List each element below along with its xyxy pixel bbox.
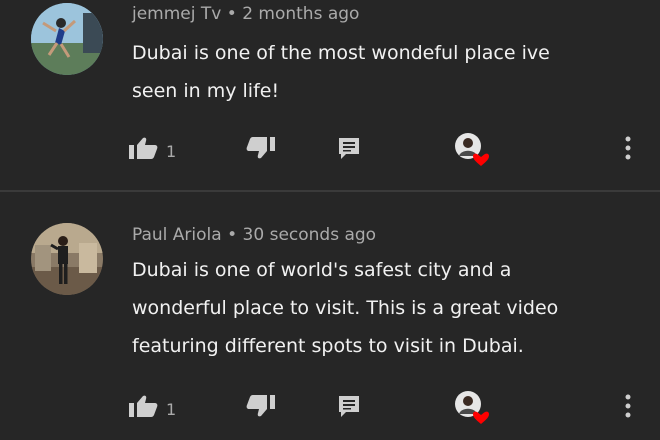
creator-avatar <box>452 130 489 166</box>
comment-author[interactable]: Paul Ariola <box>132 225 222 245</box>
reply-button[interactable] <box>336 128 362 168</box>
like-count: 1 <box>166 399 177 419</box>
reply-button[interactable] <box>336 386 362 426</box>
comment-item: jemmej Tv • 2 months ago Dubai is one of… <box>0 0 660 190</box>
comment-text-line: wonderful place to visit. This is a grea… <box>132 297 559 319</box>
creator-heart-icon <box>455 133 489 166</box>
meta-separator: • <box>226 4 237 24</box>
comment-text-line: Dubai is one of the most wondeful place … <box>132 42 550 64</box>
like-button[interactable]: 1 <box>128 128 176 168</box>
thumb-up-icon <box>129 137 158 159</box>
comment-text: Dubai is one of world's safest city and … <box>132 251 642 365</box>
like-count: 1 <box>166 141 177 161</box>
meta-separator: • <box>227 225 238 245</box>
comment-author[interactable]: jemmej Tv <box>132 4 221 24</box>
comment-item: Paul Ariola • 30 seconds ago Dubai is on… <box>0 192 660 440</box>
creator-avatar <box>452 388 489 424</box>
more-options-button[interactable] <box>616 386 640 426</box>
avatar-photo-standing-person <box>31 223 103 295</box>
creator-heart-button[interactable] <box>452 386 489 426</box>
more-vertical-icon <box>625 394 631 418</box>
comment-time[interactable]: 30 seconds ago <box>243 225 377 245</box>
reply-comment-icon <box>339 396 359 417</box>
avatar[interactable] <box>31 223 103 295</box>
like-button[interactable]: 1 <box>128 386 176 426</box>
thumb-up-icon <box>129 395 158 417</box>
dislike-button[interactable] <box>246 128 276 168</box>
dislike-button[interactable] <box>246 386 276 426</box>
comment-actions: 1 <box>0 128 660 168</box>
comment-time[interactable]: 2 months ago <box>242 4 359 24</box>
creator-heart-icon <box>455 391 489 424</box>
thumb-down-icon <box>246 395 275 417</box>
comment-actions: 1 <box>0 386 660 426</box>
comment-meta: jemmej Tv • 2 months ago <box>132 4 359 24</box>
thumb-down-icon <box>246 137 275 159</box>
avatar[interactable] <box>31 3 103 75</box>
comment-text-line: seen in my life! <box>132 80 280 102</box>
more-vertical-icon <box>625 136 631 160</box>
comment-text-line: featuring different spots to visit in Du… <box>132 335 524 357</box>
more-options-button[interactable] <box>616 128 640 168</box>
avatar-photo-jumping-person <box>31 3 103 75</box>
comment-text: Dubai is one of the most wondeful place … <box>132 34 642 110</box>
comment-meta: Paul Ariola • 30 seconds ago <box>132 225 376 245</box>
comment-text-line: Dubai is one of world's safest city and … <box>132 259 512 281</box>
creator-heart-button[interactable] <box>452 128 489 168</box>
reply-comment-icon <box>339 138 359 159</box>
